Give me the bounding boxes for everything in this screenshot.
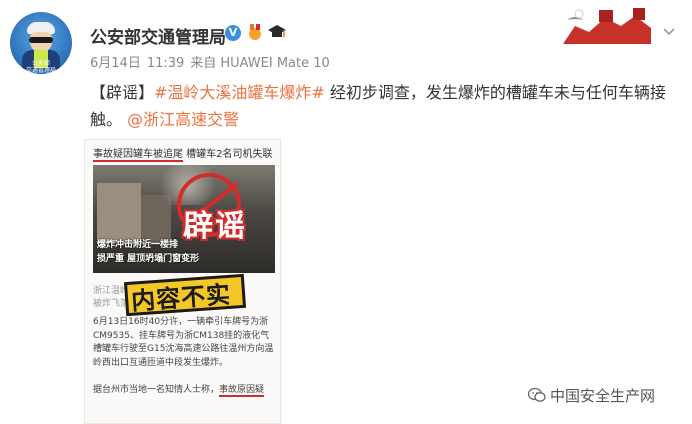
post-hashtag[interactable]: #温岭大溪油罐车爆炸# bbox=[154, 83, 325, 102]
post-time[interactable]: 11:39 bbox=[147, 56, 184, 71]
card-headline-rest: 槽罐车2名司机失联 bbox=[183, 149, 273, 160]
post-mention[interactable]: @浙江高速交警 bbox=[127, 110, 239, 129]
card-headline-underlined: 事故疑因罐车被追尾 bbox=[93, 149, 183, 162]
verified-badge-icon: V bbox=[225, 25, 241, 41]
post-prefix: 【辟谣】 bbox=[90, 83, 155, 102]
wechat-icon bbox=[528, 387, 546, 402]
explosion-photo: 爆炸冲击附近一楼排 损严重 屋顶坍塌门窗变形 辟谣 bbox=[93, 165, 275, 273]
rumor-stamp-text: 辟谣 bbox=[183, 209, 247, 244]
card-article-p2: 据台州市当地一名知情人士称，事故原因疑 bbox=[93, 384, 277, 398]
watermark-text: 中国安全生产网 bbox=[550, 387, 656, 405]
post-meta: 6月14日 11:39 来自 HUAWEI Mate 10 bbox=[90, 52, 336, 71]
post-date[interactable]: 6月14日 bbox=[90, 56, 141, 71]
post-text: 【辟谣】#温岭大溪油罐车爆炸# 经初步调查，发生爆炸的槽罐车未与任何车辆接触。 … bbox=[90, 79, 680, 133]
watermark: 中国安全生产网 bbox=[528, 385, 655, 406]
medal-icon bbox=[245, 23, 265, 43]
chevron-down-icon[interactable] bbox=[663, 24, 675, 40]
source-prefix: 来自 bbox=[190, 56, 217, 71]
post-source[interactable]: HUAWEI Mate 10 bbox=[220, 56, 329, 71]
card-article-p2-start: 据台州市当地一名知情人士称， bbox=[93, 385, 220, 395]
graduation-cap-icon bbox=[266, 23, 288, 43]
account-avatar[interactable]: 公安部 交通管理局 bbox=[10, 12, 72, 74]
avatar-badge-text: 公安部 交通管理局 bbox=[25, 60, 56, 74]
card-headline: 事故疑因罐车被追尾 槽罐车2名司机失联 bbox=[93, 145, 273, 162]
account-name[interactable]: 公安部交通管理局 bbox=[90, 23, 226, 48]
great-wall-banner-icon bbox=[555, 4, 655, 48]
fake-content-stamp-text: 内容不实 bbox=[130, 280, 233, 316]
card-article-p1: 6月13日16时40分许，一辆牵引车牌号为浙CM9535、挂车牌号为浙CM138… bbox=[93, 317, 274, 368]
card-article-p2-underlined: 事故原因疑 bbox=[219, 385, 265, 397]
photo-building bbox=[97, 183, 141, 243]
post-image[interactable]: 事故疑因罐车被追尾 槽罐车2名司机失联 爆炸冲击附近一楼排 损严重 屋顶坍塌门窗… bbox=[84, 139, 281, 424]
photo-caption-2: 损严重 屋顶坍塌门窗变形 bbox=[97, 254, 200, 264]
avatar-glasses bbox=[29, 37, 53, 43]
card-gray-line-2: 被炸飞落 bbox=[93, 299, 130, 309]
photo-caption-1: 爆炸冲击附近一楼排 bbox=[97, 240, 179, 250]
